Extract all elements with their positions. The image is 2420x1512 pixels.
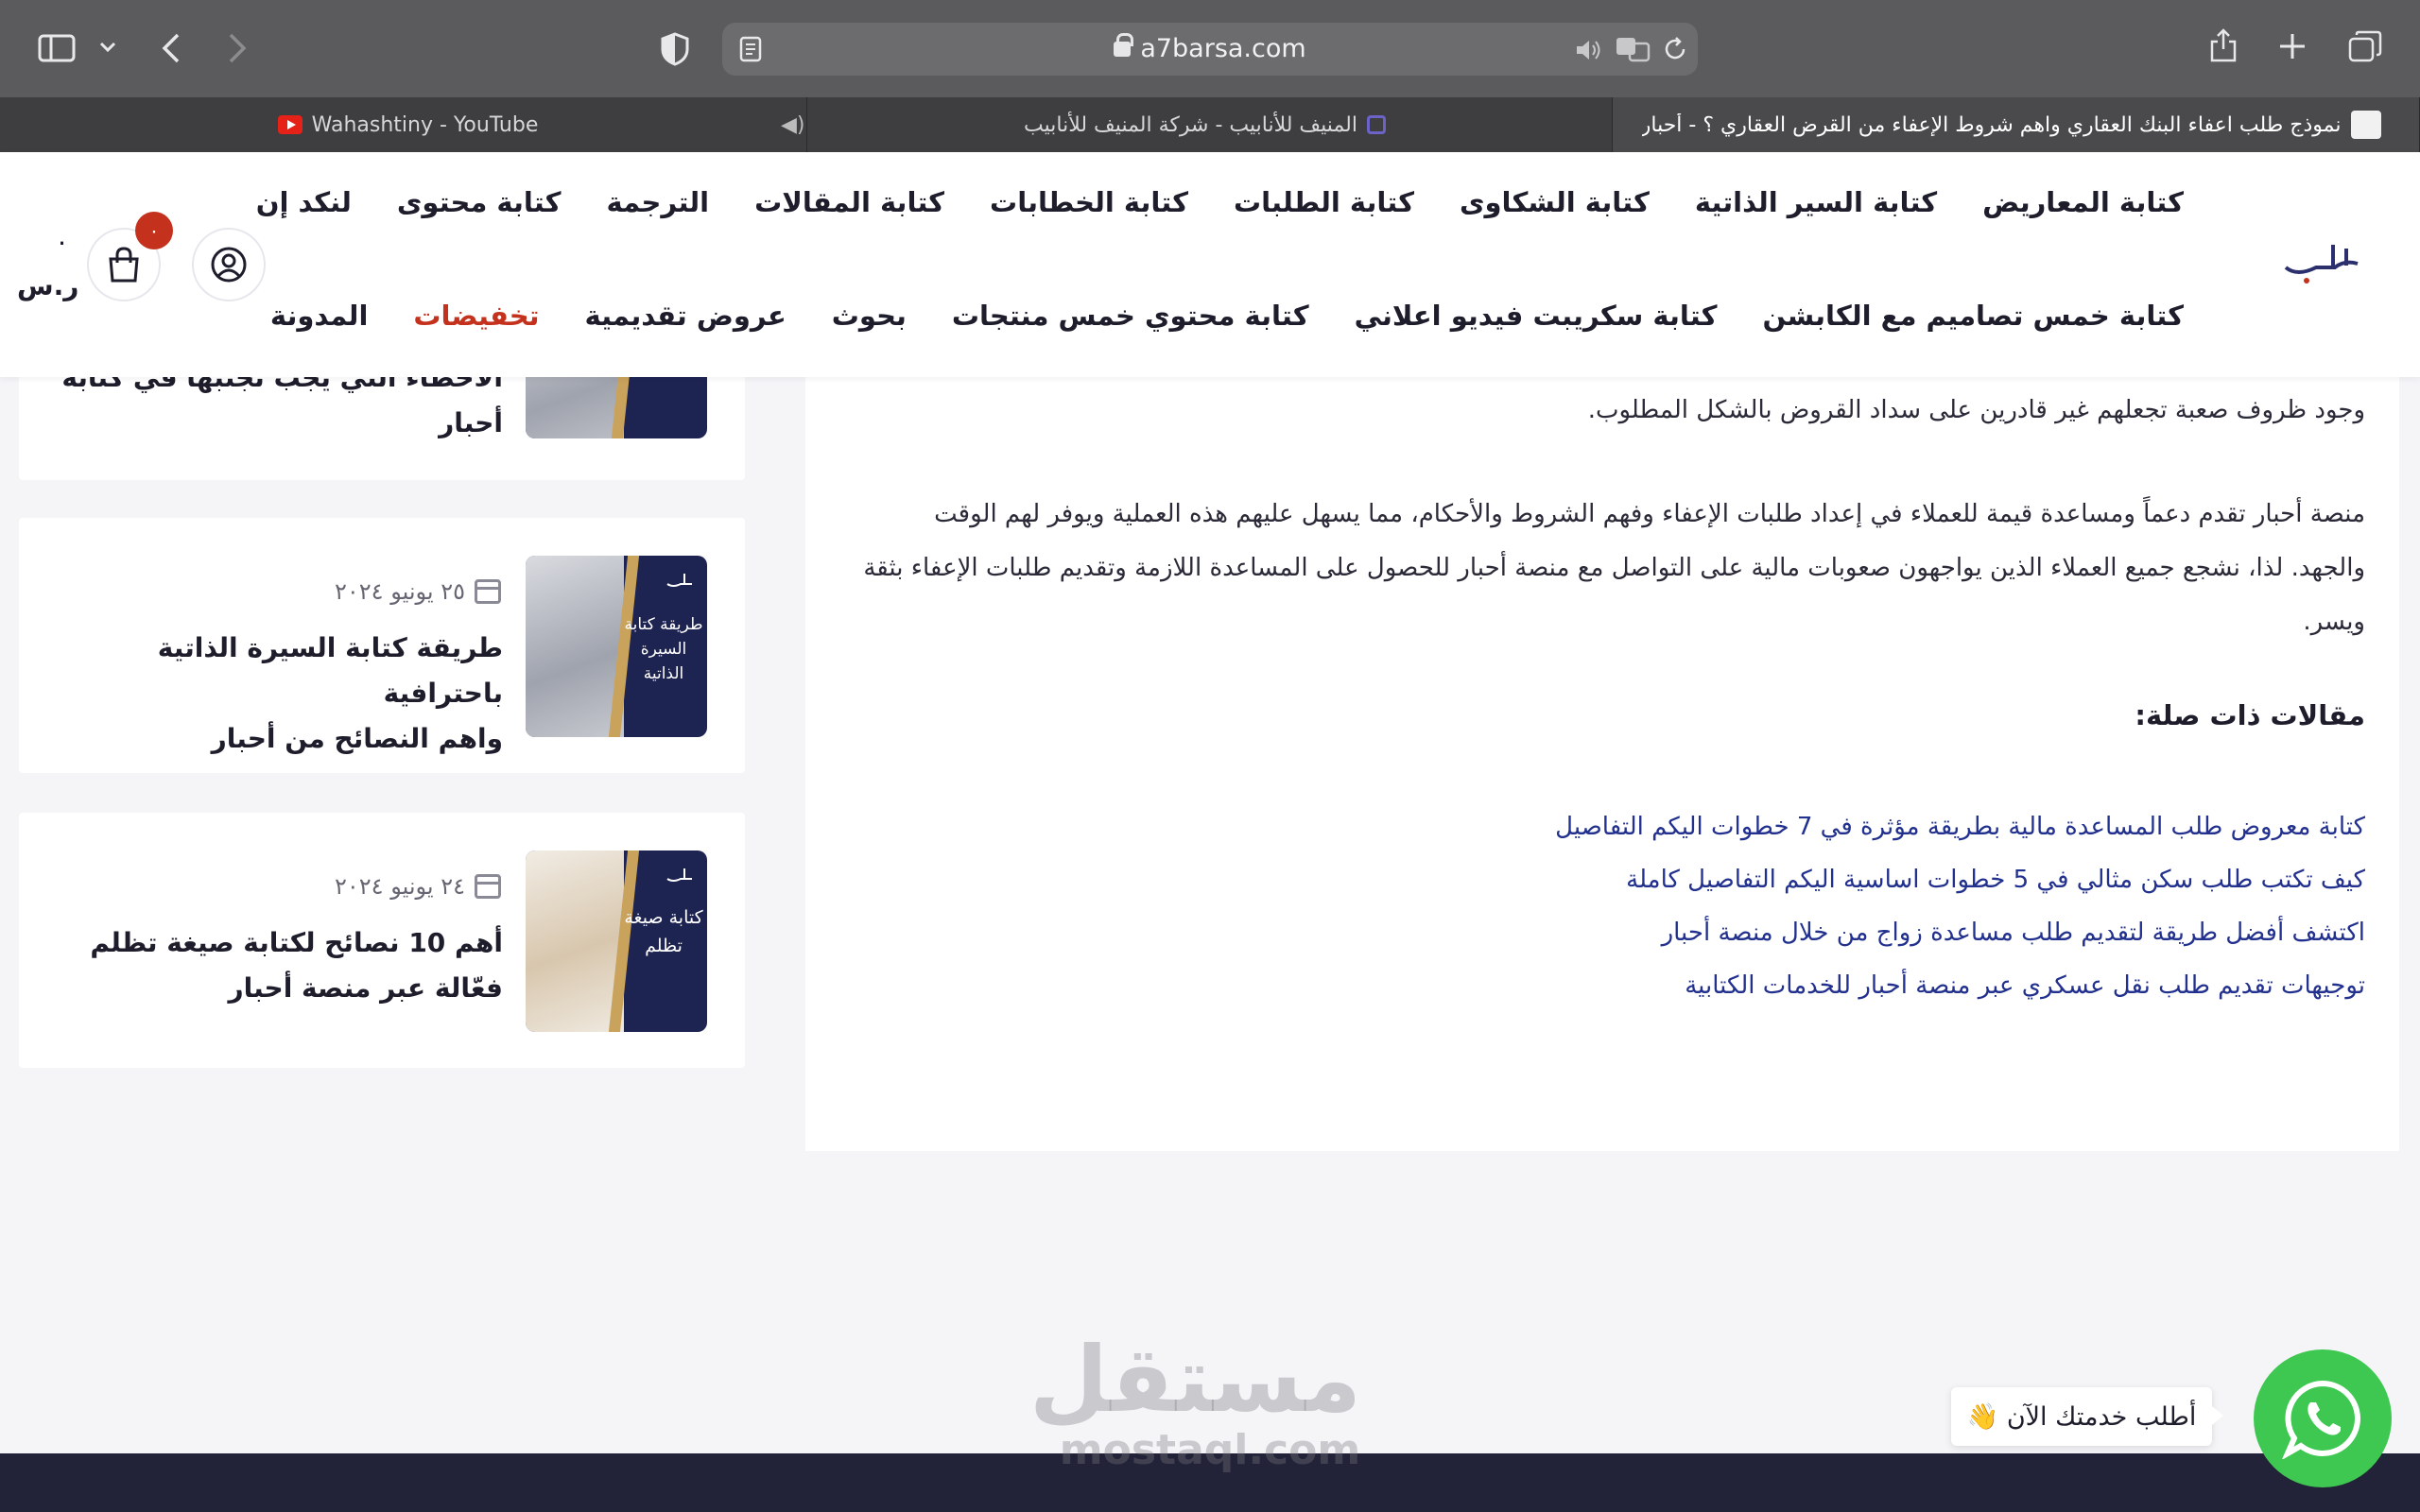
sidebar-toggle-icon[interactable] [38, 34, 76, 66]
currency-label: ر.س [17, 270, 79, 301]
related-link[interactable]: كتابة معروض طلب المساعدة مالية بطريقة مؤ… [1555, 813, 2365, 841]
translate-icon[interactable] [1615, 36, 1651, 66]
mostaql-watermark: مستقل mostaql.com [1028, 1327, 1361, 1474]
account-button[interactable] [192, 228, 266, 301]
reload-icon[interactable] [1662, 36, 1688, 66]
ahbar-icon [2350, 111, 2381, 139]
related-link[interactable]: كيف تكتب طلب سكن مثالي في 5 خطوات اساسية… [1626, 866, 2365, 894]
tab-almanif[interactable]: المنيف للأنابيب - شركة المنيف للأنابيب [807, 97, 1613, 152]
related-articles-heading: مقالات ذات صلة: [2135, 699, 2365, 731]
sidebar-article-card[interactable]: طريقة كتابة السيرة الذاتية ٢٥ يونيو ٢٠٢٤… [19, 518, 745, 773]
article-date: ٢٥ يونيو ٢٠٢٤ [335, 578, 501, 605]
browser-toolbar: a7barsa.com [0, 0, 2420, 97]
share-icon[interactable] [2208, 26, 2238, 68]
nav-item-presentations[interactable]: عروض تقديمية [585, 300, 786, 332]
cart-total-value: ٠ [55, 226, 70, 257]
calendar-icon [475, 579, 501, 604]
article-paragraph: وجود ظروف صعبة تجعلهم غير قادرين على سدا… [1587, 396, 2365, 424]
tab-bar: Wahashtiny - YouTube ◀) المنيف للأنابيب … [0, 97, 2420, 152]
pipe-icon [1366, 115, 1386, 134]
whatsapp-prompt[interactable]: أطلب خدمتك الآن 👋 [1951, 1387, 2223, 1446]
url-text: a7barsa.com [1140, 34, 1306, 63]
related-link[interactable]: توجيهات تقديم طلب نقل عسكري عبر منصة أحب… [1685, 971, 2365, 1000]
cart-count-badge: ٠ [135, 212, 173, 249]
lock-icon [1114, 33, 1134, 57]
nav-item-linkedin[interactable]: لنكد إن [256, 186, 352, 218]
forward-icon[interactable] [227, 32, 248, 68]
nav-item-content[interactable]: كتابة محتوى [397, 186, 562, 218]
privacy-shield-icon[interactable] [660, 32, 690, 70]
user-icon [211, 247, 247, 283]
new-tab-icon[interactable] [2278, 32, 2307, 64]
nav-item-cv[interactable]: كتابة السير الذاتية [1695, 186, 1937, 218]
nav-item-research[interactable]: بحوث [832, 300, 907, 332]
whatsapp-button[interactable] [2254, 1349, 2392, 1487]
article-title: أهم 10 نصائح لكتابة صيغة تظلم فعّالة عبر… [90, 927, 503, 1004]
article-body: وجود ظروف صعبة تجعلهم غير قادرين على سدا… [805, 359, 2399, 1151]
chevron-down-icon[interactable] [98, 40, 117, 59]
nav-item-discounts[interactable]: تخفيضات [413, 300, 539, 332]
back-icon[interactable] [161, 32, 182, 68]
nav-item-blog[interactable]: المدونة [270, 300, 369, 332]
nav-item-petitions[interactable]: كتابة المعاريض [1982, 186, 2184, 218]
article-date: ٢٤ يونيو ٢٠٢٤ [335, 873, 501, 900]
nav-item-translation[interactable]: الترجمة [606, 186, 709, 218]
nav-item-video-script[interactable]: كتابة سكريبت فيديو اعلاني [1355, 300, 1718, 332]
nav-item-requests[interactable]: كتابة الطلبات [1234, 186, 1414, 218]
calendar-icon [475, 874, 501, 899]
site-header: كتابة المعاريض كتابة السير الذاتية كتابة… [0, 152, 2420, 377]
article-title: طريقة كتابة السيرة الذاتية باحترافية واه… [157, 632, 503, 754]
nav-row-1: كتابة المعاريض كتابة السير الذاتية كتابة… [211, 186, 2184, 218]
tab-overview-icon[interactable] [2348, 30, 2382, 66]
related-link[interactable]: اكتشف أفضل طريقة لتقديم طلب مساعدة زواج … [1662, 919, 2365, 947]
thumbnail-caption: كتابة صيغة تظلم [624, 907, 703, 956]
article-paragraph: منصة أحبار تقدم دعماً ومساعدة قيمة للعمل… [863, 500, 2365, 636]
whatsapp-icon [2282, 1380, 2360, 1459]
nav-item-designs[interactable]: كتابة خمس تصاميم مع الكابشن [1762, 300, 2184, 332]
tab-youtube[interactable]: Wahashtiny - YouTube ◀) [0, 97, 807, 152]
article-thumbnail: طريقة كتابة السيرة الذاتية [526, 556, 707, 737]
tab-ahbar[interactable]: نموذج طلب اعفاء البنك العقاري واهم شروط … [1613, 97, 2420, 152]
site-logo[interactable] [2278, 239, 2367, 286]
tab-title: المنيف للأنابيب - شركة المنيف للأنابيب [1024, 112, 1357, 137]
shopping-bag-icon [109, 247, 139, 283]
speaker-icon[interactable]: ◀) [781, 113, 805, 137]
nav-item-complaints[interactable]: كتابة الشكاوى [1460, 186, 1650, 218]
youtube-icon [277, 115, 302, 134]
tab-title: Wahashtiny - YouTube [311, 112, 539, 137]
tab-title: نموذج طلب اعفاء البنك العقاري واهم شروط … [1641, 112, 2342, 137]
audio-icon[interactable] [1575, 38, 1603, 66]
nav-item-articles[interactable]: كتابة المقالات [754, 186, 944, 218]
nav-item-products[interactable]: كتابة محتوي خمس منتجات [952, 300, 1309, 332]
address-bar[interactable]: a7barsa.com [722, 23, 1698, 76]
nav-row-2: كتابة خمس تصاميم مع الكابشن كتابة سكريبت… [225, 300, 2184, 332]
thumbnail-caption: طريقة كتابة السيرة الذاتية [624, 615, 703, 683]
nav-item-letters[interactable]: كتابة الخطابات [990, 186, 1188, 218]
article-thumbnail: كتابة صيغة تظلم [526, 850, 707, 1032]
sidebar-article-card[interactable]: كتابة صيغة تظلم ٢٤ يونيو ٢٠٢٤ أهم 10 نصا… [19, 813, 745, 1068]
